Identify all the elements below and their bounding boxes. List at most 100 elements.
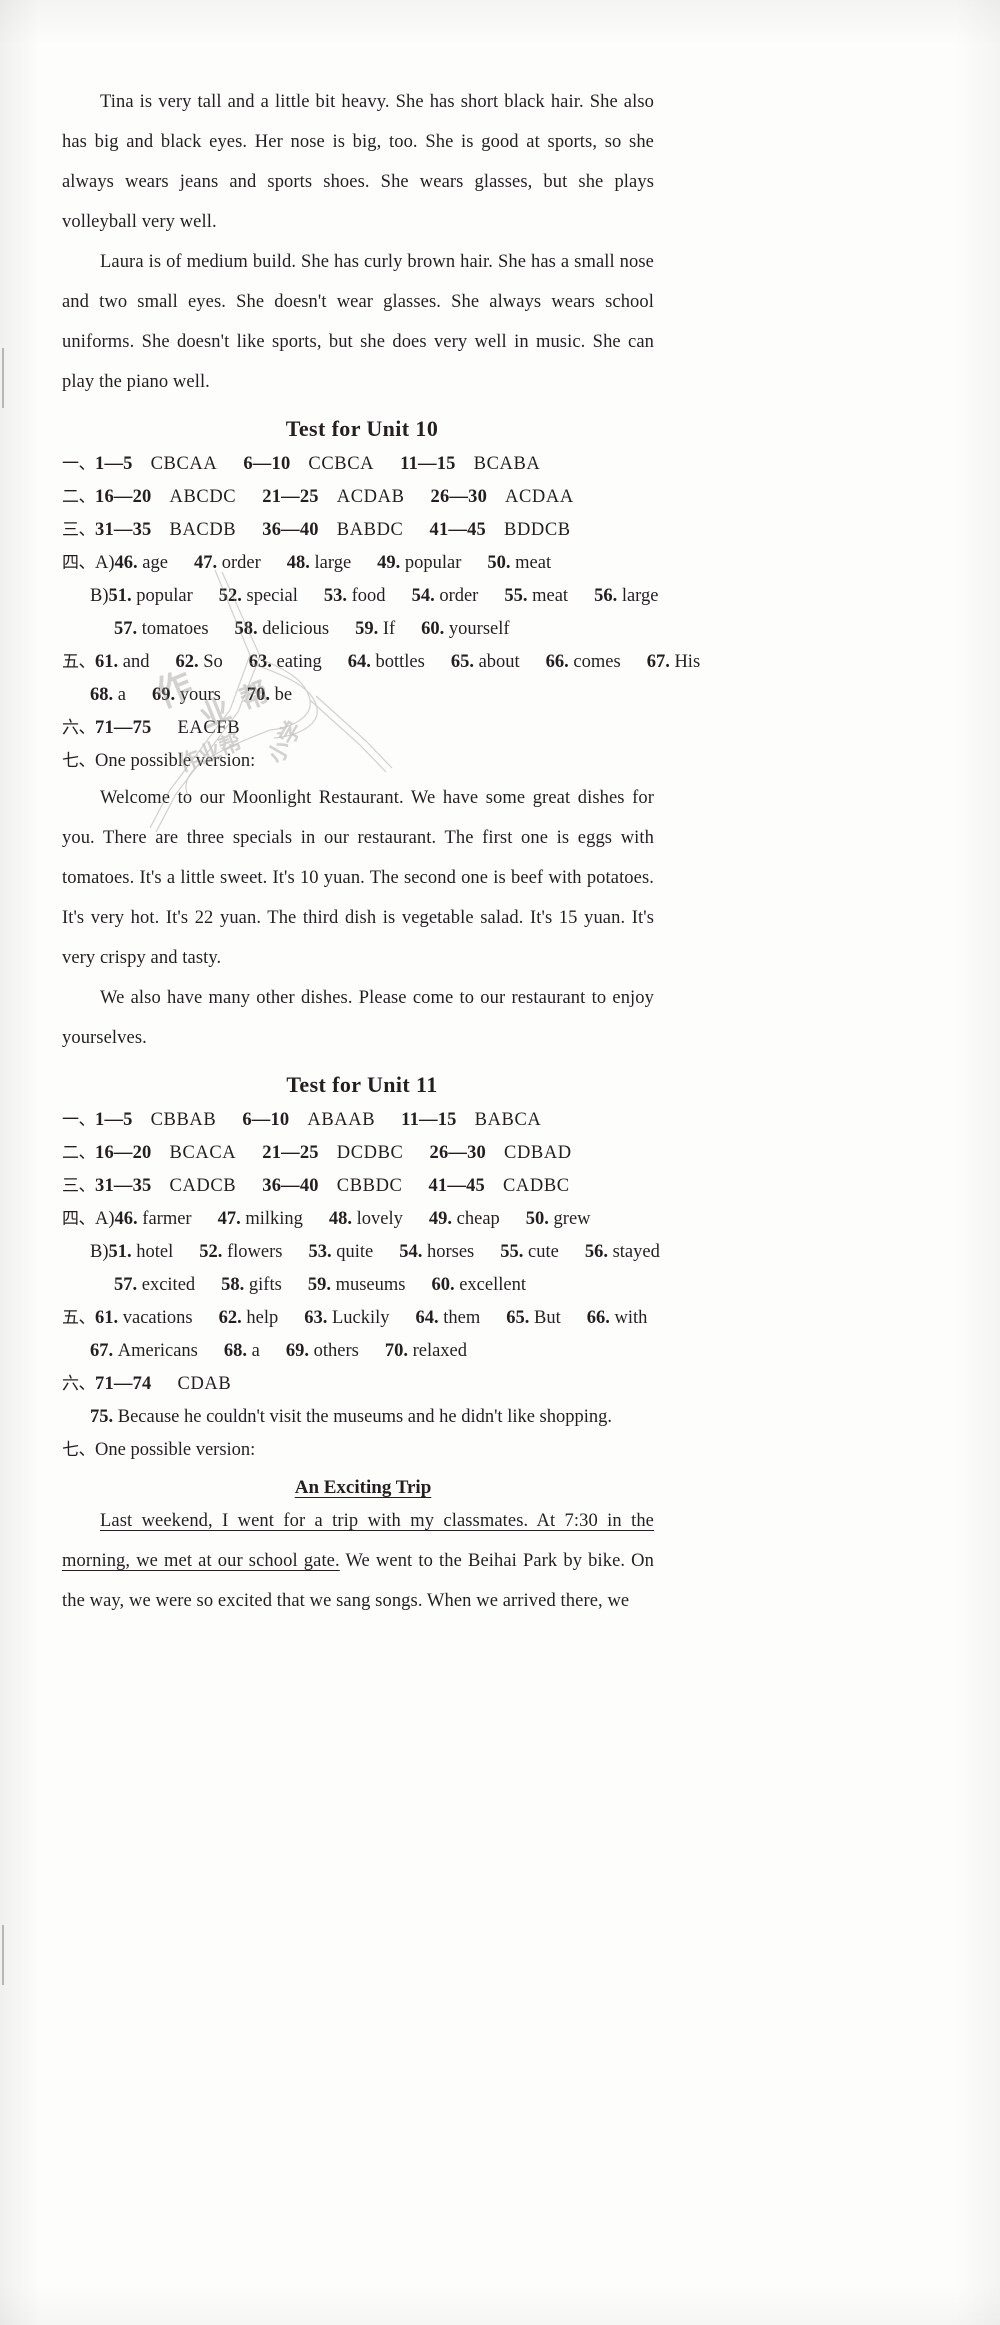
unit11-section4-partB-row2: 57. excited 58. gifts 59. museums 60. excel… [62,1269,654,1302]
word-67: His [674,652,701,672]
answer-36-40: CBBDC [336,1176,403,1196]
section-number-6: 六、 [62,1374,96,1394]
word-62: help [246,1308,279,1328]
qno-64: 64. [347,652,371,672]
part-b-label: B) [90,1242,109,1262]
section-number-5: 五、 [62,1308,96,1328]
qno-57: 57. [114,619,138,639]
word-65: about [478,652,520,672]
word-51: hotel [136,1242,174,1262]
qno-49: 49. [377,553,401,573]
word-66: comes [573,652,621,672]
answer-6-10: ABAAB [307,1110,376,1130]
range-16-20: 16—20 [95,1143,152,1163]
unit10-composition-paragraph-2: We also have many other dishes. Please c… [62,988,654,1048]
binding-mark-bottom [2,1925,4,1985]
word-54: horses [426,1242,475,1262]
answer-16-20: ABCDC [169,487,237,507]
word-67: Americans [117,1341,198,1361]
unit11-section7-line: 七、One possible version: [62,1434,654,1467]
qno-56: 56. [594,586,618,606]
composition-title: An Exciting Trip [62,1477,654,1499]
qno-56: 56. [584,1242,608,1262]
unit10-section3-line: 三、31—35 BACDB 36—40 BABDC 41—45 BDDCB [62,514,654,547]
range-36-40: 36—40 [262,1176,319,1196]
section-number-7: 七、 [62,751,96,771]
qno-52: 52. [199,1242,223,1262]
answer-36-40: BABDC [336,520,404,540]
word-55: meat [532,586,569,606]
part-a-label: A) [95,553,115,573]
unit11-section4-partB-row1: B)51. hotel 52. flowers 53. quite 54. horse… [62,1236,660,1269]
word-50: grew [553,1209,591,1229]
qno-67: 67. [90,1341,114,1361]
word-61: and [122,652,150,672]
qno-63: 63. [304,1308,328,1328]
word-49: cheap [456,1209,500,1229]
answer-31-35: CADCB [169,1176,237,1196]
word-69: others [313,1341,359,1361]
text-column: Tina is very tall and a little bit heavy… [62,82,700,1621]
word-49: popular [404,553,462,573]
range-31-35: 31—35 [95,1176,152,1196]
binding-mark-top [2,348,4,408]
range-71-75: 71—75 [95,718,152,738]
qno-48: 48. [328,1209,353,1229]
word-55: cute [528,1242,559,1262]
word-63: eating [276,652,322,672]
qno-67: 67. [646,652,670,672]
qno-63: 63. [248,652,272,672]
word-47: milking [245,1209,303,1229]
unit10-section7-line: 七、One possible version: [62,745,654,778]
answer-11-15: BABCA [474,1110,542,1130]
word-57: tomatoes [141,619,209,639]
word-51: popular [136,586,193,606]
range-71-74: 71—74 [95,1374,152,1394]
section-number-1: 一、 [62,1110,96,1130]
answer-41-45: CADBC [502,1176,570,1196]
range-11-15: 11—15 [400,454,456,474]
word-57: excited [141,1275,196,1295]
unit11-composition-paragraph: Last weekend, I went for a trip with my … [62,1501,654,1621]
answer-71-74: CDAB [177,1374,232,1394]
unit11-section3-line: 三、31—35 CADCB 36—40 CBBDC 41—45 CADBC [62,1170,654,1203]
unit11-section4-partA-line: 四、A)46. farmer 47. milking 48. lovely 49. c… [62,1203,654,1236]
range-36-40: 36—40 [262,520,319,540]
qno-50: 50. [487,553,511,573]
section-number-1: 一、 [62,454,96,474]
qno-62: 62. [218,1308,242,1328]
answer-71-75: EACFB [177,718,241,738]
word-46: farmer [142,1209,192,1229]
word-64: them [443,1308,481,1328]
qno-59: 59. [355,619,379,639]
word-70: be [274,685,293,705]
section-number-2: 二、 [62,487,96,507]
unit10-section4-partB-row2: 57. tomatoes 58. delicious 59. If 60. yours… [62,613,654,646]
word-48: large [314,553,352,573]
qno-75: 75. [90,1407,114,1427]
answer-21-25: DCDBC [336,1143,404,1163]
unit11-section1-line: 一、1—5 CBBAB 6—10 ABAAB 11—15 BABCA [62,1104,654,1137]
answer-21-25: ACDAB [336,487,405,507]
qno-48: 48. [286,553,310,573]
intro-paragraph-tina: Tina is very tall and a little bit heavy… [62,92,654,232]
qno-61: 61. [95,652,119,672]
qno-60: 60. [431,1275,455,1295]
answer-11-15: BCABA [473,454,541,474]
qno-69: 69. [285,1341,309,1361]
word-68: a [251,1341,260,1361]
qno-51: 51. [108,1242,132,1262]
qno-55: 55. [500,1242,524,1262]
qno-54: 54. [411,586,435,606]
answer-16-20: BCACA [169,1143,237,1163]
answer-41-45: BDDCB [504,520,571,540]
word-48: lovely [356,1209,403,1229]
word-70: relaxed [412,1341,468,1361]
section-number-4: 四、 [62,553,96,573]
answer-1-5: CBCAA [150,454,218,474]
answer-31-35: BACDB [169,520,237,540]
intro-paragraph-laura: Laura is of medium build. She has curly … [62,252,654,392]
unit10-section5-row2: 68. a 69. yours 70. be [62,679,654,712]
unit10-section4-partA-line: 四、A)46. age 47. order 48. large 49. popular… [62,547,654,580]
section-number-7: 七、 [62,1440,96,1460]
